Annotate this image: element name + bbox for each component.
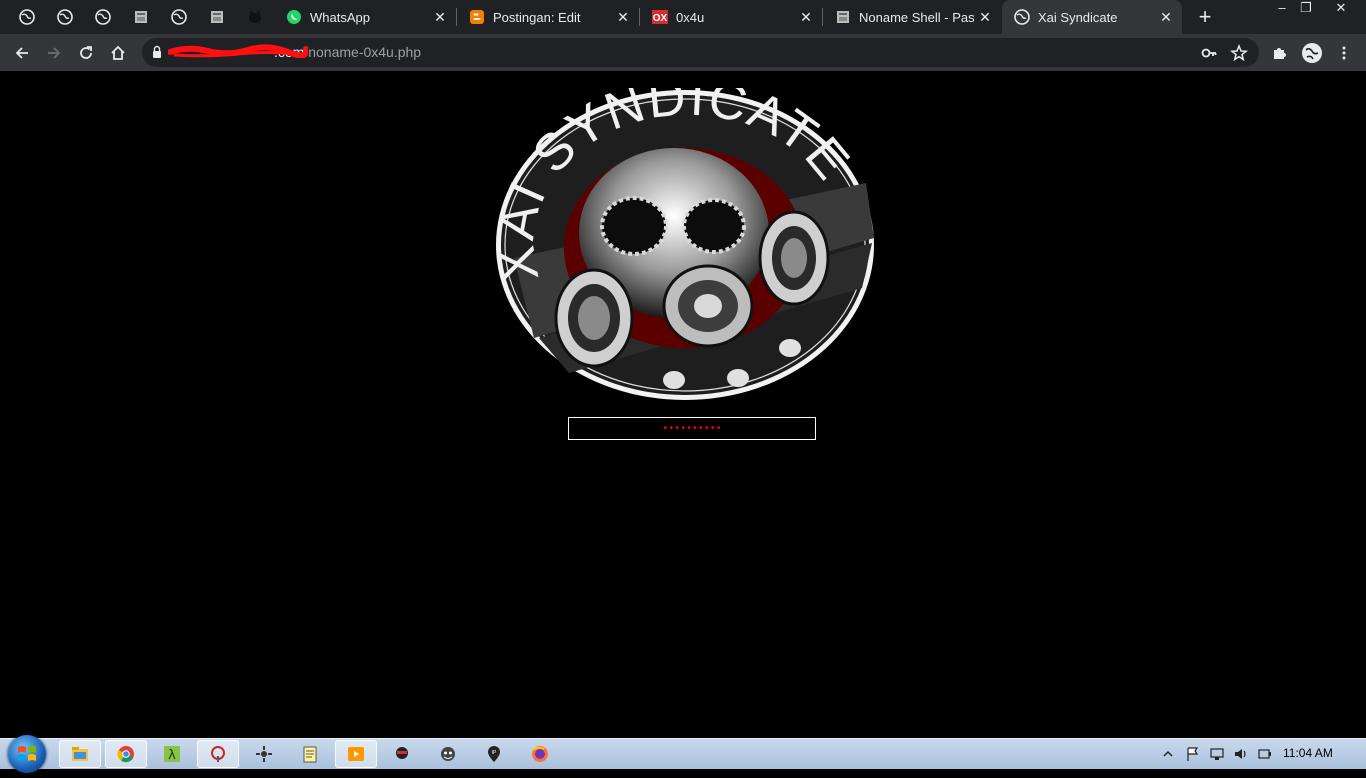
taskbar: λ IP 11:04 AM <box>0 735 1366 773</box>
start-button[interactable] <box>8 735 46 773</box>
tab-whatsapp[interactable]: WhatsApp ✕ <box>274 0 456 34</box>
taskbar-explorer[interactable] <box>59 740 101 768</box>
ip-icon: IP <box>488 746 500 762</box>
volume-icon[interactable] <box>1233 746 1249 762</box>
notepad-icon <box>303 746 317 763</box>
key-icon[interactable] <box>1200 44 1218 62</box>
tab-close-button[interactable]: ✕ <box>613 7 633 27</box>
tab-title: 0x4u <box>676 9 705 25</box>
media-player-icon <box>348 747 364 761</box>
pinned-tab-1[interactable] <box>12 4 42 30</box>
network-icon <box>256 746 272 762</box>
globe-icon <box>171 9 187 25</box>
pinned-tab-4[interactable] <box>126 4 156 30</box>
svg-text:IP: IP <box>492 750 497 756</box>
back-button[interactable] <box>8 39 36 67</box>
taskbar-ninja[interactable] <box>381 740 423 768</box>
chrome-icon <box>117 746 134 763</box>
tab-close-button[interactable]: ✕ <box>430 7 450 27</box>
taskbar-ip-tool[interactable]: IP <box>473 740 515 768</box>
ninja-icon <box>396 747 408 759</box>
browser-toolbar: .com/noname-0x4u.php <box>0 34 1366 71</box>
home-icon <box>111 45 125 60</box>
joker-icon <box>441 747 455 761</box>
ox-icon: OX <box>652 9 668 25</box>
cat-icon <box>249 10 261 23</box>
globe-icon <box>57 9 73 25</box>
tab-title: Postingan: Edit <box>493 9 581 25</box>
tab-0x4u[interactable]: OX 0x4u ✕ <box>640 0 822 34</box>
reload-button[interactable] <box>72 39 100 67</box>
puzzle-icon <box>1274 48 1286 59</box>
extensions-button[interactable] <box>1266 39 1294 67</box>
tab-postingan-edit[interactable]: Postingan: Edit ✕ <box>457 0 639 34</box>
tab-close-button[interactable]: ✕ <box>796 7 816 27</box>
kebab-menu-icon <box>1342 46 1346 60</box>
star-icon[interactable] <box>1230 44 1248 62</box>
taskbar-network[interactable] <box>243 740 285 768</box>
menu-button[interactable] <box>1330 39 1358 67</box>
lock-icon <box>153 45 161 58</box>
taskbar-chrome[interactable] <box>105 740 147 768</box>
arrow-left-icon <box>15 47 28 59</box>
power-icon[interactable] <box>1257 746 1273 762</box>
flag-icon[interactable] <box>1185 746 1201 762</box>
lambda-icon: λ <box>164 746 180 763</box>
pinned-tab-3[interactable] <box>88 4 118 30</box>
globe-icon <box>95 9 111 25</box>
close-window-button[interactable]: ✕ <box>1327 0 1355 18</box>
document-icon <box>835 9 851 25</box>
xai-syndicate-logo: XAI SYNDICATE <box>494 88 874 400</box>
arrow-right-icon <box>48 47 61 59</box>
tab-title: Noname Shell - Paste <box>859 9 975 25</box>
svg-text:OX: OX <box>653 13 668 24</box>
tab-noname-shell[interactable]: Noname Shell - Paste ✕ <box>823 0 1001 34</box>
reload-icon <box>80 46 92 59</box>
new-tab-button[interactable]: + <box>1192 5 1218 29</box>
whatsapp-icon <box>286 9 302 25</box>
pinned-tab-6[interactable] <box>202 4 232 30</box>
tray-expand-icon[interactable] <box>1160 746 1176 762</box>
document-icon <box>211 11 223 23</box>
svg-text:λ: λ <box>168 748 176 763</box>
globe-icon <box>19 9 35 25</box>
globe-icon <box>1014 9 1030 25</box>
tab-xai-syndicate[interactable]: Xai Syndicate ✕ <box>1002 0 1182 34</box>
windows-logo-icon <box>18 746 36 761</box>
taskbar-joker[interactable] <box>427 740 469 768</box>
home-button[interactable] <box>104 39 132 67</box>
avatar-icon <box>1302 43 1322 63</box>
tab-title: Xai Syndicate <box>1038 9 1118 25</box>
app-icon <box>211 746 225 762</box>
pinned-tab-7[interactable] <box>240 4 270 30</box>
taskbar-media-player[interactable] <box>335 740 377 768</box>
tab-close-button[interactable]: ✕ <box>1156 7 1176 27</box>
page-content: XAI SYNDICATE <box>0 71 1366 738</box>
pinned-tab-2[interactable] <box>50 4 80 30</box>
document-icon <box>135 11 147 23</box>
address-bar[interactable]: .com/noname-0x4u.php <box>142 38 1259 67</box>
explorer-icon <box>72 747 88 761</box>
firefox-icon <box>532 746 548 762</box>
forward-button[interactable] <box>40 39 68 67</box>
network-status-icon[interactable] <box>1209 746 1225 762</box>
taskbar-app[interactable] <box>197 740 239 768</box>
redaction-scribble <box>168 44 308 58</box>
tab-strip: WhatsApp ✕ Postingan: Edit ✕ OX 0x4u ✕ N… <box>0 0 1366 34</box>
pinned-tab-5[interactable] <box>164 4 194 30</box>
system-clock[interactable]: 11:04 AM <box>1283 746 1333 760</box>
restore-button[interactable]: ❐ <box>1292 0 1320 18</box>
password-field[interactable] <box>568 417 816 440</box>
blogger-icon <box>469 9 485 25</box>
taskbar-firefox[interactable] <box>519 740 561 768</box>
taskbar-notepad[interactable] <box>289 740 331 768</box>
profile-button[interactable] <box>1298 39 1326 67</box>
url-path: /noname-0x4u.php <box>304 44 422 60</box>
tab-title: WhatsApp <box>310 9 370 25</box>
tab-close-button[interactable]: ✕ <box>975 7 995 27</box>
taskbar-lambda[interactable]: λ <box>151 740 193 768</box>
